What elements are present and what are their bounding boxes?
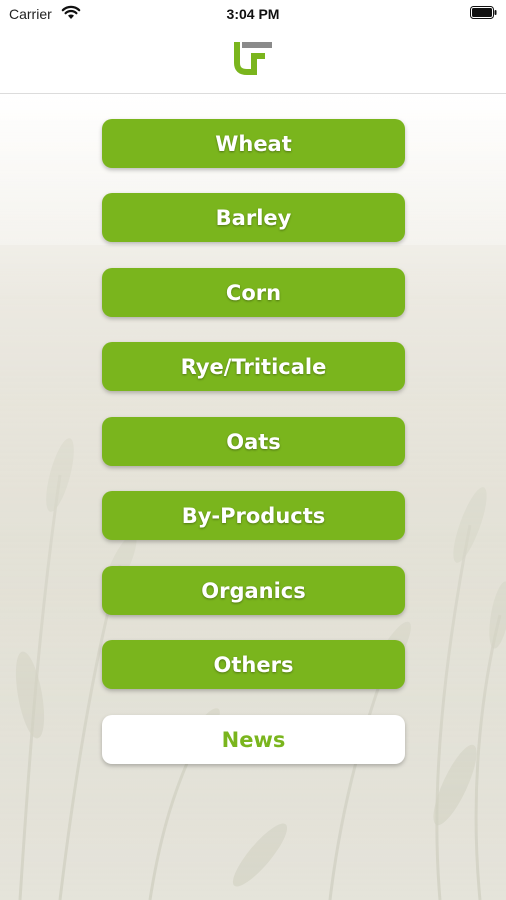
news-button-label: News: [221, 727, 286, 752]
barley-button[interactable]: Barley: [102, 193, 405, 242]
status-bar: Carrier 3:04 PM: [0, 0, 506, 28]
barley-button-label: Barley: [215, 205, 292, 230]
clock: 3:04 PM: [226, 6, 280, 22]
app-header: [0, 28, 506, 94]
by-products-button-label: By-Products: [181, 503, 326, 528]
organics-button-label: Organics: [201, 578, 306, 603]
corn-button-label: Corn: [225, 280, 282, 305]
rye-triticale-button-label: Rye/Triticale: [180, 354, 327, 379]
category-menu: Wheat Barley Corn Rye/Triticale Oats By-…: [0, 95, 506, 900]
news-button[interactable]: News: [102, 715, 405, 764]
wheat-button-label: Wheat: [215, 131, 292, 156]
main-content: Wheat Barley Corn Rye/Triticale Oats By-…: [0, 95, 506, 900]
app-logo-icon: [234, 42, 272, 75]
rye-triticale-button[interactable]: Rye/Triticale: [102, 342, 405, 391]
others-button[interactable]: Others: [102, 640, 405, 689]
oats-button-label: Oats: [226, 429, 281, 454]
others-button-label: Others: [213, 652, 294, 677]
by-products-button[interactable]: By-Products: [102, 491, 405, 540]
corn-button[interactable]: Corn: [102, 268, 405, 317]
wheat-button[interactable]: Wheat: [102, 119, 405, 168]
battery-icon: [470, 6, 497, 19]
oats-button[interactable]: Oats: [102, 417, 405, 466]
organics-button[interactable]: Organics: [102, 566, 405, 615]
